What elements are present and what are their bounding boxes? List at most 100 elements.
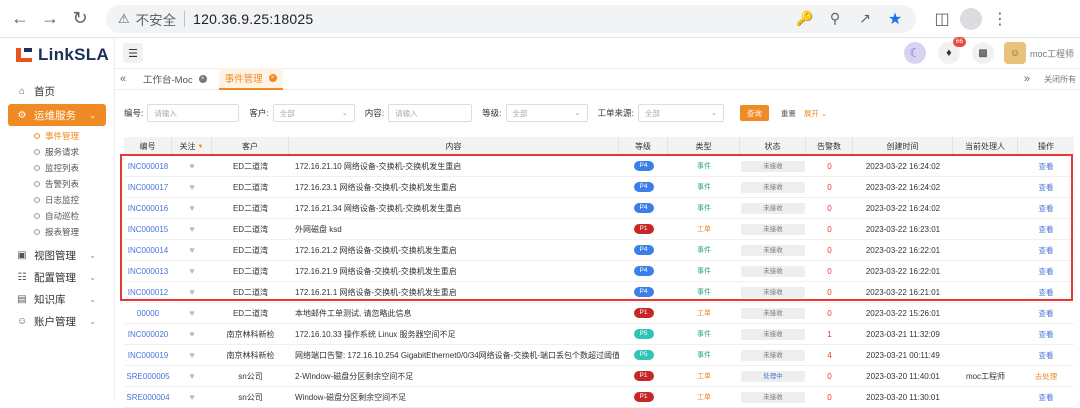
event-id-link[interactable]: 00000 bbox=[124, 303, 172, 324]
filter-content-input[interactable]: 请输入 bbox=[388, 104, 473, 122]
row-action-link[interactable]: 查看 bbox=[1018, 303, 1074, 324]
sidebar-sub-event-mgmt[interactable]: 事件管理 bbox=[0, 128, 114, 144]
row-action-link[interactable]: 查看 bbox=[1018, 240, 1074, 261]
follow-heart-icon[interactable]: ♥ bbox=[172, 240, 212, 261]
follow-heart-icon[interactable]: ♥ bbox=[172, 219, 212, 240]
tab-scroll-left-icon[interactable]: « bbox=[115, 73, 131, 85]
sidebar-sub-log-monitor[interactable]: 日志监控 bbox=[0, 192, 114, 208]
col-header-id[interactable]: 编号 bbox=[124, 137, 172, 156]
reset-button[interactable]: 重置 bbox=[781, 108, 796, 119]
table-row[interactable]: INC000020 ♥ 南京林科新检 172.16.10.33 操作系统 Linux … bbox=[124, 324, 1074, 345]
event-id-link[interactable]: INC000016 bbox=[124, 198, 172, 219]
col-header-type[interactable]: 类型 bbox=[668, 137, 740, 156]
row-action-link[interactable]: 查看 bbox=[1018, 198, 1074, 219]
avatar[interactable]: ☺ bbox=[1003, 42, 1026, 64]
reload-icon[interactable]: ↻ bbox=[68, 7, 92, 31]
table-row[interactable]: 00000 ♥ ED二道湾 本地邮件工单测试, 请忽略此信息 P1 工单 未接收 0 2023-… bbox=[124, 303, 1074, 324]
sidebar-item-account-mgmt[interactable]: ☺ 账户管理 ⌄ bbox=[0, 310, 114, 332]
filter-id-input[interactable]: 请输入 bbox=[147, 104, 240, 122]
back-icon[interactable]: ← bbox=[8, 7, 32, 31]
follow-heart-icon[interactable]: ♥ bbox=[172, 366, 212, 387]
row-action-link[interactable]: 查看 bbox=[1018, 219, 1074, 240]
col-header-status[interactable]: 状态 bbox=[740, 137, 806, 156]
app-logo[interactable]: LinkSLA bbox=[0, 38, 114, 72]
close-icon[interactable]: × bbox=[198, 75, 207, 83]
event-id-link[interactable]: SRE000004 bbox=[124, 387, 172, 408]
col-header-created[interactable]: 创建时间 bbox=[853, 137, 953, 156]
follow-heart-icon[interactable]: ♥ bbox=[172, 324, 212, 345]
table-row[interactable]: INC000014 ♥ ED二道湾 172.16.21.2 网络设备-交换机-交换机发… bbox=[124, 240, 1074, 261]
follow-heart-icon[interactable]: ♥ bbox=[172, 177, 212, 198]
sidebar-sub-alert-list[interactable]: 告警列表 bbox=[0, 176, 114, 192]
table-row[interactable]: INC000019 ♥ 南京林科新检 网络端口告警: 172.16.10.254 Gi… bbox=[124, 345, 1074, 366]
toolbox-icon[interactable]: ▩ bbox=[971, 42, 994, 64]
bookmark-star-icon[interactable]: ★ bbox=[884, 8, 906, 30]
filter-level-select[interactable]: 全部 ⌄ bbox=[505, 104, 588, 122]
filter-customer-select[interactable]: 全部 ⌄ bbox=[272, 104, 355, 122]
table-row[interactable]: SRE000005 ♥ sn公司 2-Window-磁盘分区剩余空间不足 P1 工单 处理中… bbox=[124, 366, 1074, 387]
tab-workbench[interactable]: 工作台-Moc × bbox=[137, 68, 213, 90]
event-id-link[interactable]: INC000018 bbox=[124, 156, 172, 177]
table-row[interactable]: INC000015 ♥ ED二道湾 外网磁盘 ksd P1 工单 未接收 0 2023-03-2… bbox=[124, 219, 1074, 240]
expand-button[interactable]: 展开 ⌄ bbox=[804, 108, 827, 119]
row-action-link[interactable]: 查看 bbox=[1018, 156, 1074, 177]
close-icon[interactable]: × bbox=[268, 74, 277, 82]
menu-collapse-icon[interactable]: ☰ bbox=[123, 43, 143, 63]
sidebar-sub-monitor-list[interactable]: 监控列表 bbox=[0, 160, 114, 176]
follow-heart-icon[interactable]: ♥ bbox=[172, 303, 212, 324]
col-header-level[interactable]: 等级 bbox=[619, 137, 668, 156]
sidebar-item-home[interactable]: ⌂ 首页 bbox=[0, 80, 114, 102]
sidebar-sub-service-request[interactable]: 服务请求 bbox=[0, 144, 114, 160]
tab-event-mgmt[interactable]: 事件管理 × bbox=[218, 68, 283, 90]
col-header-content[interactable]: 内容 bbox=[289, 137, 619, 156]
col-header-handler[interactable]: 当前处理人 bbox=[953, 137, 1018, 156]
event-id-link[interactable]: INC000013 bbox=[124, 261, 172, 282]
follow-heart-icon[interactable]: ♥ bbox=[172, 282, 212, 303]
sidebar-item-config-mgmt[interactable]: ☷ 配置管理 ⌄ bbox=[0, 266, 114, 288]
event-id-link[interactable]: INC000015 bbox=[124, 219, 172, 240]
event-id-link[interactable]: INC000012 bbox=[124, 282, 172, 303]
row-action-link[interactable]: 查看 bbox=[1018, 387, 1074, 408]
row-action-link[interactable]: 去处理 bbox=[1018, 366, 1074, 387]
address-bar[interactable]: ⚠ 不安全 120.36.9.25:18025 🔑 ⚲ ↗ ★ bbox=[106, 4, 916, 33]
forward-icon[interactable]: → bbox=[38, 7, 62, 31]
sidebar-sub-reports[interactable]: 报表管理 bbox=[0, 224, 114, 240]
tab-scroll-right-icon[interactable]: » bbox=[1024, 73, 1030, 85]
close-all-tabs[interactable]: 关闭所有 bbox=[1044, 74, 1076, 85]
follow-heart-icon[interactable]: ♥ bbox=[172, 345, 212, 366]
table-row[interactable]: INC000017 ♥ ED二道湾 172.16.23.1 网络设备-交换机-交换机发… bbox=[124, 177, 1074, 198]
menu-kebab-icon[interactable]: ⋮ bbox=[988, 7, 1012, 31]
user-name[interactable]: moc工程师 bbox=[1030, 47, 1074, 60]
profile-avatar[interactable] bbox=[960, 7, 982, 30]
share-icon[interactable]: ↗ bbox=[854, 8, 876, 30]
event-id-link[interactable]: INC000014 bbox=[124, 240, 172, 261]
zoom-icon[interactable]: ⚲ bbox=[824, 8, 846, 30]
notification-bell-icon[interactable]: ♦ 66 bbox=[937, 37, 966, 64]
table-row[interactable]: INC000018 ♥ ED二道湾 172.16.21.10 网络设备-交换机-交换机… bbox=[124, 156, 1074, 177]
sidebar-item-view-mgmt[interactable]: ▣ 视图管理 ⌄ bbox=[0, 244, 114, 266]
filter-source-select[interactable]: 全部 ⌄ bbox=[637, 104, 724, 122]
query-button[interactable]: 查询 bbox=[739, 105, 769, 121]
col-header-alarms[interactable]: 告警数 bbox=[806, 137, 853, 156]
row-action-link[interactable]: 查看 bbox=[1018, 345, 1074, 366]
follow-heart-icon[interactable]: ♥ bbox=[172, 198, 212, 219]
sidebar-item-ops-service[interactable]: ⚙ 运维服务 ⌄ bbox=[8, 104, 106, 126]
table-row[interactable]: SRE000004 ♥ sn公司 Window-磁盘分区剩余空间不足 P1 工单 未接收 0 2… bbox=[124, 387, 1074, 408]
table-row[interactable]: INC000012 ♥ ED二道湾 172.16.21.1 网络设备-交换机-交换机发… bbox=[124, 282, 1074, 303]
event-id-link[interactable]: INC000019 bbox=[124, 345, 172, 366]
table-row[interactable]: INC000013 ♥ ED二道湾 172.16.21.9 网络设备-交换机-交换机发… bbox=[124, 261, 1074, 282]
sidebar-sub-auto-inspect[interactable]: 自动巡检 bbox=[0, 208, 114, 224]
row-action-link[interactable]: 查看 bbox=[1018, 261, 1074, 282]
table-row[interactable]: INC000016 ♥ ED二道湾 172.16.21.34 网络设备-交换机-交换机… bbox=[124, 198, 1074, 219]
event-id-link[interactable]: INC000020 bbox=[124, 324, 172, 345]
col-header-follow[interactable]: 关注 ▼ bbox=[172, 137, 212, 156]
follow-heart-icon[interactable]: ♥ bbox=[172, 387, 212, 408]
row-action-link[interactable]: 查看 bbox=[1018, 177, 1074, 198]
key-icon[interactable]: 🔑 bbox=[794, 8, 816, 30]
event-id-link[interactable]: INC000017 bbox=[124, 177, 172, 198]
theme-moon-icon[interactable]: ☾ bbox=[903, 42, 926, 64]
row-action-link[interactable]: 查看 bbox=[1018, 324, 1074, 345]
follow-heart-icon[interactable]: ♥ bbox=[172, 261, 212, 282]
event-id-link[interactable]: SRE000005 bbox=[124, 366, 172, 387]
follow-heart-icon[interactable]: ♥ bbox=[172, 156, 212, 177]
